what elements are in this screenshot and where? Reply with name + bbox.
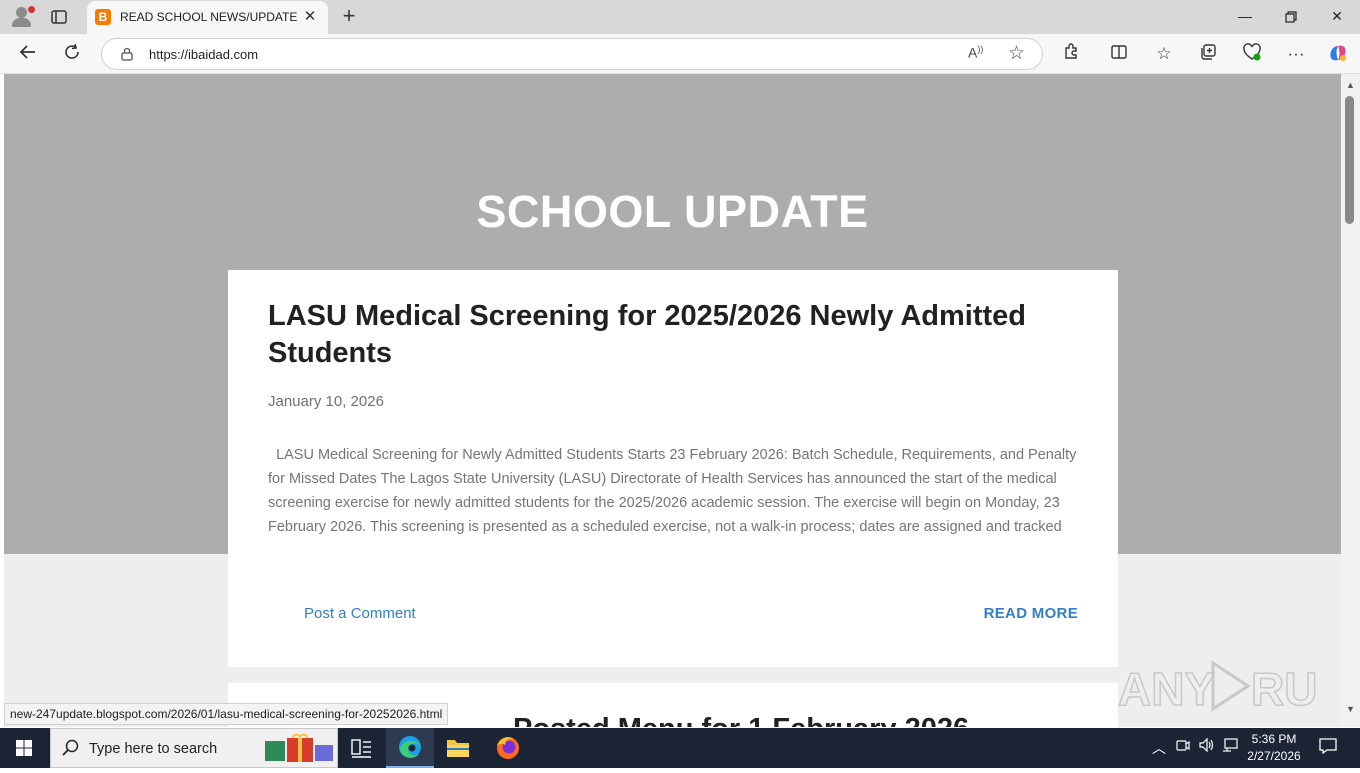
page-scrollbar[interactable]: ▲ ▼ <box>1341 74 1360 727</box>
more-icon[interactable]: ··· <box>1284 42 1308 66</box>
start-windows-icon[interactable] <box>0 728 48 768</box>
lock-icon[interactable] <box>120 47 134 61</box>
profile-icon[interactable] <box>10 6 35 28</box>
scroll-up-icon[interactable]: ▲ <box>1346 80 1355 90</box>
show-hidden-icons-icon[interactable]: ︿ <box>1152 738 1166 758</box>
close-window-icon[interactable]: ✕ <box>1314 0 1360 34</box>
browser-essentials-icon[interactable] <box>1240 42 1264 66</box>
file-explorer-icon[interactable] <box>434 728 482 768</box>
windows-taskbar: Type here to search ︿ 5:36 PM 2/27/2026 <box>0 728 1360 768</box>
back-icon[interactable] <box>16 42 40 66</box>
scrollbar-thumb[interactable] <box>1345 96 1354 224</box>
search-icon <box>61 738 81 758</box>
read-more-link[interactable]: READ MORE <box>984 605 1078 622</box>
search-highlight-gifts-icon[interactable] <box>263 733 335 765</box>
collections-icon[interactable] <box>1196 42 1220 66</box>
close-tab-icon[interactable]: ✕ <box>301 8 319 26</box>
scroll-down-icon[interactable]: ▼ <box>1346 704 1355 714</box>
split-screen-icon[interactable] <box>1107 42 1131 66</box>
new-tab-icon[interactable]: + <box>338 5 360 27</box>
edge-taskbar-icon[interactable] <box>386 728 434 768</box>
favorite-icon[interactable]: ☆ <box>1008 42 1025 65</box>
copilot-icon[interactable] <box>1326 42 1350 66</box>
read-aloud-icon[interactable]: A)) <box>968 44 983 61</box>
next-post-title[interactable]: Posted Menu for 1 February 2026 <box>513 713 969 727</box>
post-card: LASU Medical Screening for 2025/2026 New… <box>228 270 1118 667</box>
post-date[interactable]: January 10, 2026 <box>268 393 384 410</box>
post-title[interactable]: LASU Medical Screening for 2025/2026 New… <box>268 298 1068 372</box>
search-placeholder: Type here to search <box>89 741 218 757</box>
restore-icon[interactable] <box>1268 0 1314 34</box>
address-bar[interactable]: https://ibaidad.com A)) ☆ <box>101 38 1043 70</box>
notifications-icon[interactable] <box>1319 738 1337 757</box>
tab-bar: B READ SCHOOL NEWS/UPDATE ✕ + — ✕ <box>0 0 1360 34</box>
volume-icon[interactable] <box>1199 737 1215 755</box>
browser-tab[interactable]: B READ SCHOOL NEWS/UPDATE ✕ <box>87 1 328 34</box>
url-text[interactable]: https://ibaidad.com <box>149 47 258 62</box>
taskbar-clock[interactable]: 5:36 PM 2/27/2026 <box>1234 731 1314 765</box>
favorites-icon[interactable]: ☆ <box>1152 42 1176 66</box>
meet-now-icon[interactable] <box>1176 738 1190 755</box>
link-preview-status: new-247update.blogspot.com/2026/01/lasu-… <box>4 703 449 725</box>
taskbar-search-box[interactable]: Type here to search <box>50 728 338 768</box>
clock-date: 2/27/2026 <box>1247 749 1301 763</box>
minimize-icon[interactable]: — <box>1222 0 1268 34</box>
blogger-favicon-icon: B <box>95 9 111 25</box>
firefox-icon[interactable] <box>484 728 532 768</box>
svg-text:RUN: RUN <box>1251 663 1318 715</box>
clock-time: 5:36 PM <box>1251 732 1297 746</box>
site-title[interactable]: SCHOOL UPDATE <box>4 186 1341 238</box>
page-viewport: SCHOOL UPDATE LASU Medical Screening for… <box>4 74 1341 727</box>
post-snippet: LASU Medical Screening for Newly Admitte… <box>268 447 1077 535</box>
anyrun-watermark: ANY RUN <box>1117 655 1351 717</box>
tab-title: READ SCHOOL NEWS/UPDATE <box>120 10 298 24</box>
task-view-icon[interactable] <box>338 728 386 768</box>
refresh-icon[interactable] <box>60 42 84 66</box>
post-comment-link[interactable]: Post a Comment <box>304 605 416 622</box>
tab-actions-icon[interactable] <box>50 8 68 26</box>
svg-text:ANY: ANY <box>1118 663 1215 715</box>
browser-toolbar: https://ibaidad.com A)) ☆ ☆ ··· <box>0 34 1360 74</box>
extensions-icon[interactable] <box>1059 42 1083 66</box>
